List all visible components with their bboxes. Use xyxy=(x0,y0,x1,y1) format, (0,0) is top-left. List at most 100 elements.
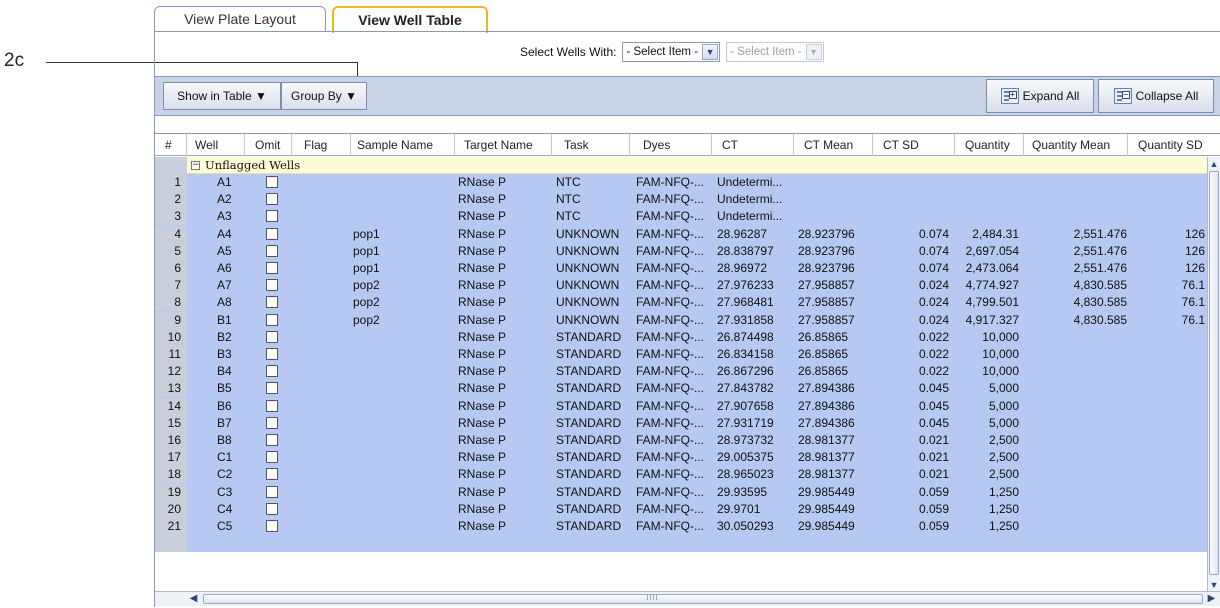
ct-sd-cell: 0.074 xyxy=(918,243,949,258)
dropdown-value: - Select Item - xyxy=(730,46,802,58)
horizontal-scrollbar[interactable]: ◀ ▶ xyxy=(155,591,1220,606)
omit-checkbox[interactable] xyxy=(266,502,278,515)
table-row[interactable]: 10 B2 RNase P STANDARD FAM-NFQ-... 26.874498 2… xyxy=(155,328,1207,346)
row-number-cell: 13 xyxy=(155,380,187,398)
table-row[interactable]: 7 A7 pop2 RNase P UNKNOWN FAM-NFQ-... 27.97623… xyxy=(155,277,1207,295)
ct-mean-cell: 28.923796 xyxy=(798,261,855,275)
table-row[interactable]: 21 C5 RNase P STANDARD FAM-NFQ-... 30.050293 2… xyxy=(155,518,1207,536)
select-wells-primary-dropdown[interactable]: - Select Item - ▼ xyxy=(622,42,721,62)
scroll-right-icon[interactable]: ▶ xyxy=(1205,593,1218,605)
table-row[interactable]: 2 A2 RNase P NTC FAM-NFQ-... Undetermi... xyxy=(155,191,1207,209)
table-row[interactable]: 6 A6 pop1 RNase P UNKNOWN FAM-NFQ-... 28.96972… xyxy=(155,260,1207,278)
scroll-down-icon[interactable]: ▼ xyxy=(1208,579,1220,591)
omit-checkbox[interactable] xyxy=(266,262,278,274)
ct-sd-cell: 0.045 xyxy=(918,415,949,430)
collapse-group-icon[interactable]: − xyxy=(191,161,200,170)
omit-checkbox[interactable] xyxy=(266,313,278,326)
sample-name-cell xyxy=(353,518,449,535)
vertical-scrollbar[interactable]: ▲ ▼ xyxy=(1207,157,1220,592)
column-header-dyes[interactable]: Dyes xyxy=(630,134,712,156)
scroll-up-icon[interactable]: ▲ xyxy=(1208,158,1220,170)
vertical-scroll-thumb[interactable] xyxy=(1209,171,1219,575)
ct-mean-cell: 27.958857 xyxy=(798,312,855,327)
omit-checkbox[interactable] xyxy=(266,485,278,498)
chevron-down-icon[interactable]: ▼ xyxy=(702,44,719,60)
collapse-all-button[interactable]: − Collapse All xyxy=(1098,79,1214,113)
well-cell: A4 xyxy=(217,226,232,241)
omit-checkbox[interactable] xyxy=(266,330,278,343)
table-row[interactable]: 1 A1 RNase P NTC FAM-NFQ-... Undetermi... xyxy=(155,174,1207,192)
table-row[interactable]: 19 C3 RNase P STANDARD FAM-NFQ-... 29.93595 29… xyxy=(155,483,1207,501)
column-header-task[interactable]: Task xyxy=(552,134,630,156)
omit-checkbox[interactable] xyxy=(266,296,278,309)
column-header-target-name[interactable]: Target Name xyxy=(455,134,552,156)
table-row[interactable]: 20 C4 RNase P STANDARD FAM-NFQ-... 29.9701 29.… xyxy=(155,500,1207,518)
expand-all-button[interactable]: + Expand All xyxy=(986,79,1094,113)
column-header-quantity-sd[interactable]: Quantity SD xyxy=(1128,134,1220,156)
column-header-sample-name[interactable]: Sample Name xyxy=(351,134,455,156)
row-number-cell: 8 xyxy=(155,294,187,312)
omit-checkbox[interactable] xyxy=(266,365,278,378)
table-row[interactable]: 12 B4 RNase P STANDARD FAM-NFQ-... 26.867296 2… xyxy=(155,363,1207,381)
omit-checkbox[interactable] xyxy=(266,227,278,240)
ct-cell: 27.931858 xyxy=(717,312,774,327)
omit-checkbox[interactable] xyxy=(266,193,278,206)
quantity-mean-cell xyxy=(1035,346,1127,363)
column-header-quantity-mean[interactable]: Quantity Mean xyxy=(1024,134,1128,156)
target-name-cell: RNase P xyxy=(458,415,507,430)
task-cell: NTC xyxy=(556,175,581,189)
quantity-cell: 4,917.327 xyxy=(965,312,1019,327)
omit-checkbox[interactable] xyxy=(266,348,278,360)
group-row-unflagged[interactable]: − Unflagged Wells xyxy=(155,157,1207,174)
target-name-cell: RNase P xyxy=(458,381,507,396)
quantity-sd-cell xyxy=(1135,518,1205,535)
group-by-button[interactable]: Group By ▼ xyxy=(281,82,367,110)
omit-checkbox[interactable] xyxy=(266,382,278,395)
tab-view-plate-layout[interactable]: View Plate Layout xyxy=(154,6,326,32)
ct-sd-cell: 0.021 xyxy=(918,433,949,447)
omit-checkbox[interactable] xyxy=(266,244,278,257)
omit-checkbox[interactable] xyxy=(266,210,278,223)
omit-checkbox[interactable] xyxy=(266,451,278,464)
quantity-sd-cell xyxy=(1135,191,1205,208)
column-header-ct-sd[interactable]: CT SD xyxy=(873,134,955,156)
column-header-well[interactable]: Well xyxy=(187,134,245,156)
omit-checkbox[interactable] xyxy=(266,434,278,446)
table-row[interactable]: 14 B6 RNase P STANDARD FAM-NFQ-... 27.907658 2… xyxy=(155,397,1207,415)
column-header-quantity[interactable]: Quantity xyxy=(955,134,1024,156)
omit-checkbox[interactable] xyxy=(266,176,278,188)
quantity-mean-cell xyxy=(1035,449,1127,466)
row-number-cell: 3 xyxy=(155,208,187,226)
quantity-cell: 4,774.927 xyxy=(965,278,1019,293)
omit-checkbox[interactable] xyxy=(266,399,278,412)
scroll-left-icon[interactable]: ◀ xyxy=(187,593,200,605)
table-row[interactable]: 11 B3 RNase P STANDARD FAM-NFQ-... 26.834158 2… xyxy=(155,346,1207,364)
table-row[interactable]: 4 A4 pop1 RNase P UNKNOWN FAM-NFQ-... 28.96287… xyxy=(155,225,1207,243)
table-row[interactable]: 5 A5 pop1 RNase P UNKNOWN FAM-NFQ-... 28.83879… xyxy=(155,242,1207,260)
omit-checkbox[interactable] xyxy=(266,279,278,292)
omit-checkbox[interactable] xyxy=(266,520,278,532)
tab-view-well-table[interactable]: View Well Table xyxy=(332,6,488,33)
table-row[interactable]: 15 B7 RNase P STANDARD FAM-NFQ-... 27.931719 2… xyxy=(155,414,1207,432)
table-row[interactable]: 13 B5 RNase P STANDARD FAM-NFQ-... 27.843782 2… xyxy=(155,380,1207,398)
ct-sd-cell: 0.059 xyxy=(918,519,949,533)
column-header-ct[interactable]: CT xyxy=(712,134,794,156)
column-header-ct-mean[interactable]: CT Mean xyxy=(794,134,873,156)
table-row[interactable]: 9 B1 pop2 RNase P UNKNOWN FAM-NFQ-... 27.93185… xyxy=(155,311,1207,329)
table-row[interactable]: 16 B8 RNase P STANDARD FAM-NFQ-... 28.973732 2… xyxy=(155,432,1207,450)
table-row[interactable]: 3 A3 RNase P NTC FAM-NFQ-... Undetermi... xyxy=(155,208,1207,226)
row-number-cell xyxy=(155,157,187,174)
table-row[interactable]: 8 A8 pop2 RNase P UNKNOWN FAM-NFQ-... 27.96848… xyxy=(155,294,1207,312)
sample-name-cell xyxy=(353,191,449,208)
omit-checkbox[interactable] xyxy=(266,468,278,481)
ct-sd-cell: 0.045 xyxy=(918,381,949,396)
column-header-flag[interactable]: Flag xyxy=(292,134,351,156)
column-header-omit[interactable]: Omit xyxy=(245,134,292,156)
table-row[interactable]: 18 C2 RNase P STANDARD FAM-NFQ-... 28.965023 2… xyxy=(155,466,1207,484)
omit-checkbox[interactable] xyxy=(266,416,278,429)
horizontal-scroll-thumb[interactable] xyxy=(203,594,1203,604)
show-in-table-button[interactable]: Show in Table ▼ xyxy=(163,82,281,110)
column-header-number[interactable]: # xyxy=(155,134,187,156)
quantity-cell xyxy=(950,174,1019,191)
table-row[interactable]: 17 C1 RNase P STANDARD FAM-NFQ-... 29.005375 2… xyxy=(155,449,1207,467)
